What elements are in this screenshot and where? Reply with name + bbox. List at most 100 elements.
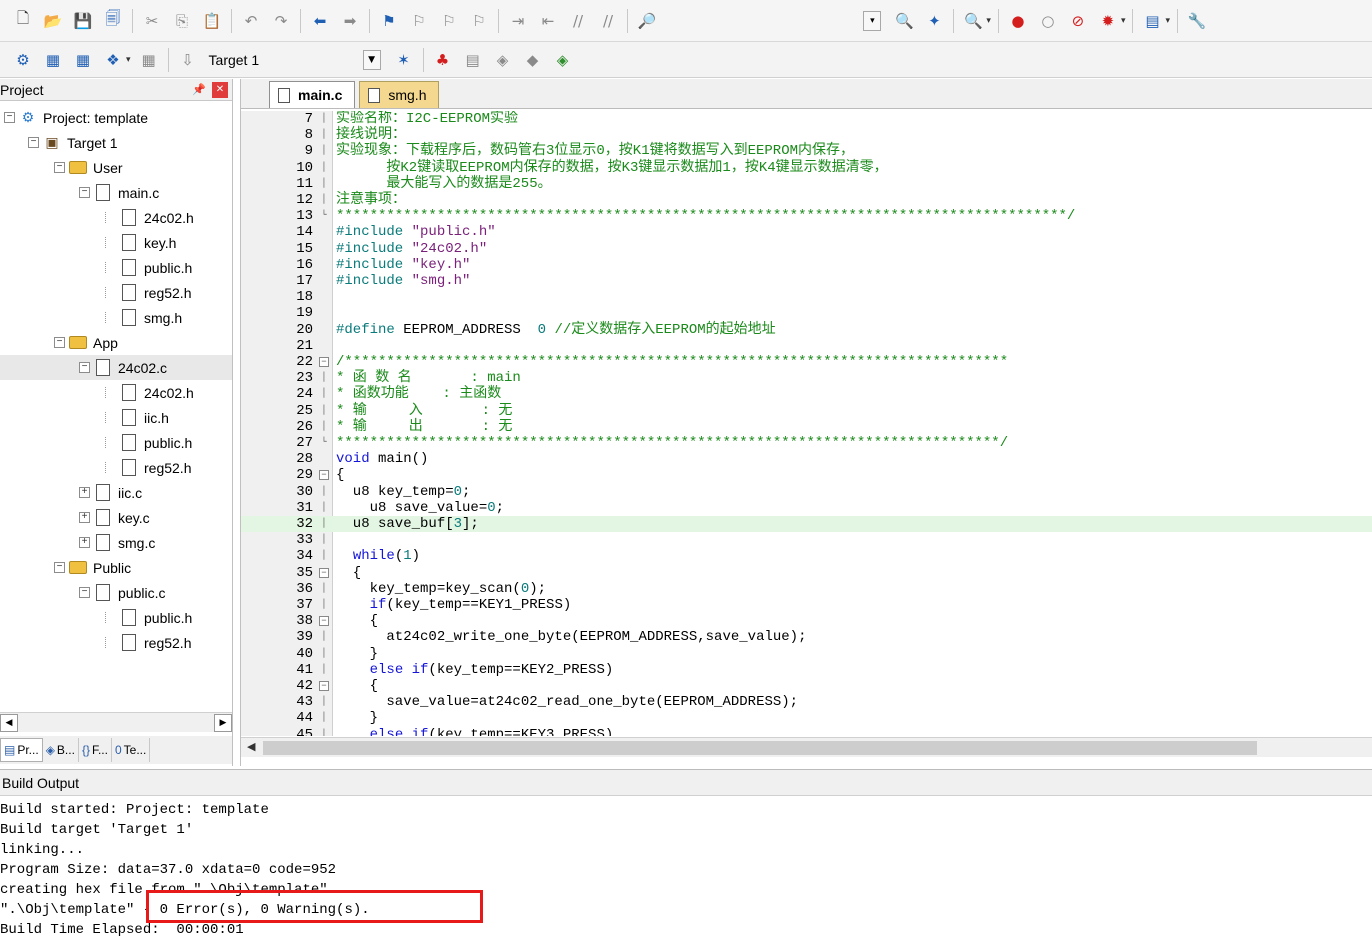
tree-item[interactable]: 24c02.h [0, 205, 232, 230]
collapse-icon[interactable]: − [54, 162, 65, 173]
navigate-forward-icon[interactable]: ➡ [337, 8, 363, 34]
tree-item[interactable]: − App [0, 330, 232, 355]
find-combo-dropdown-icon[interactable]: ▾ [863, 10, 882, 31]
comment-icon[interactable]: // [565, 8, 591, 34]
expand-icon[interactable]: + [79, 537, 90, 548]
navigate-back-icon[interactable]: ⬅ [307, 8, 333, 34]
manage-rte-icon[interactable]: ◈ [490, 47, 516, 73]
tree-item[interactable]: + smg.c [0, 530, 232, 555]
tree-item[interactable]: public.h [0, 430, 232, 455]
pack-installer-icon[interactable]: ◆ [520, 47, 546, 73]
incremental-find-icon[interactable]: ✦ [921, 8, 947, 34]
breakpoint-insert-icon[interactable]: ● [1005, 8, 1031, 34]
manage-project-items-icon[interactable]: ♣ [430, 47, 456, 73]
breakpoint-kill-all-icon[interactable]: ⊘ [1065, 8, 1091, 34]
open-file-icon[interactable]: 📂 [40, 8, 66, 34]
tree-item[interactable]: smg.h [0, 305, 232, 330]
tree-item[interactable]: − 24c02.c [0, 355, 232, 380]
editor-tab[interactable]: smg.h [359, 81, 440, 108]
expand-icon[interactable]: + [79, 512, 90, 523]
scrollbar-thumb[interactable] [263, 741, 1257, 755]
tree-item[interactable]: − main.c [0, 180, 232, 205]
dropdown-arrow-icon[interactable]: ▾ [1165, 16, 1170, 26]
tree-item[interactable]: − Public [0, 555, 232, 580]
scroll-left-icon[interactable]: ◀ [247, 740, 255, 753]
select-packs-icon[interactable]: ▤ [460, 47, 486, 73]
tree-item[interactable]: − ▣ Target 1 [0, 130, 232, 155]
bookmark-prev-icon[interactable]: ⚐ [406, 8, 432, 34]
target-select[interactable]: Target 1 [203, 52, 363, 68]
run-time-environment-icon[interactable]: ◈ [550, 47, 576, 73]
tab-templates[interactable]: 0 Te... [112, 738, 151, 762]
collapse-icon[interactable]: − [79, 362, 90, 373]
collapse-icon[interactable]: − [79, 187, 90, 198]
pin-icon[interactable]: 📌 [192, 83, 206, 96]
collapse-icon[interactable]: − [4, 112, 15, 123]
bookmark-clear-icon[interactable]: ⚐ [466, 8, 492, 34]
translate-icon[interactable]: ⚙ [10, 47, 36, 73]
collapse-icon[interactable]: − [28, 137, 39, 148]
tree-item[interactable]: public.h [0, 255, 232, 280]
collapse-icon[interactable]: − [79, 587, 90, 598]
redo-icon[interactable]: ↷ [268, 8, 294, 34]
save-all-icon[interactable]: 🗐 [100, 8, 126, 34]
target-dropdown-icon[interactable]: ▼ [362, 49, 381, 70]
indent-icon[interactable]: ⇥ [505, 8, 531, 34]
project-panel-hscrollbar[interactable]: ◀ ▶ [0, 712, 232, 732]
stop-build-icon[interactable]: ▦ [136, 47, 162, 73]
dropdown-arrow-icon[interactable]: ▾ [126, 55, 131, 65]
find-icon[interactable]: 🔍 [891, 8, 917, 34]
tab-books[interactable]: ◈ B... [43, 738, 79, 762]
copy-icon[interactable]: ⎘ [169, 8, 195, 34]
fold-collapse-icon[interactable]: − [319, 470, 329, 481]
find-in-files-icon[interactable]: 🔎 [634, 8, 660, 34]
collapse-icon[interactable]: − [54, 337, 65, 348]
batch-build-icon[interactable]: ❖ [100, 47, 126, 73]
unindent-icon[interactable]: ⇤ [535, 8, 561, 34]
scroll-right-icon[interactable]: ▶ [214, 713, 232, 732]
collapse-icon[interactable]: − [54, 562, 65, 573]
bookmark-next-icon[interactable]: ⚐ [436, 8, 462, 34]
fold-collapse-icon[interactable]: − [319, 357, 329, 367]
bookmark-icon[interactable]: ⚑ [376, 8, 402, 34]
tree-item[interactable]: key.h [0, 230, 232, 255]
fold-collapse-icon[interactable]: − [319, 567, 329, 578]
debug-start-icon[interactable]: 🔍 [960, 8, 986, 34]
breakpoint-options-icon[interactable]: ✹ [1095, 8, 1121, 34]
dropdown-arrow-icon[interactable]: ▾ [1121, 16, 1126, 26]
tree-item[interactable]: iic.h [0, 405, 232, 430]
window-layout-icon[interactable]: ▤ [1139, 8, 1165, 34]
tree-item[interactable]: 24c02.h [0, 380, 232, 405]
tree-item[interactable]: − ⚙ Project: template [0, 105, 232, 130]
breakpoint-disable-icon[interactable]: ○ [1035, 8, 1061, 34]
configuration-wrench-icon[interactable]: 🔧 [1184, 8, 1210, 34]
close-panel-icon[interactable]: ✕ [212, 81, 228, 98]
editor-tab[interactable]: main.c [269, 81, 356, 108]
code-area[interactable]: 7 │ 实验名称：I2C-EEPROM实验 8 │ 接线说明： 9 │ 实验现象：下载程序后，数… [241, 111, 1372, 736]
tree-item[interactable]: public.h [0, 605, 232, 630]
target-options-icon[interactable]: ✶ [391, 47, 417, 73]
editor-hscrollbar[interactable]: ◀ [241, 737, 1372, 757]
paste-icon[interactable]: 📋 [199, 8, 225, 34]
save-icon[interactable]: 💾 [70, 8, 96, 34]
dropdown-arrow-icon[interactable]: ▾ [986, 16, 991, 26]
expand-icon[interactable]: + [79, 487, 90, 498]
rebuild-icon[interactable]: ▦ [70, 47, 96, 73]
tree-item[interactable]: + iic.c [0, 480, 232, 505]
uncomment-icon[interactable]: // [595, 8, 621, 34]
build-icon[interactable]: ▦ [40, 47, 66, 73]
undo-icon[interactable]: ↶ [238, 8, 264, 34]
tree-item[interactable]: reg52.h [0, 630, 232, 655]
tab-project[interactable]: ▤ Pr... [0, 738, 43, 762]
scroll-left-icon[interactable]: ◀ [0, 713, 18, 732]
download-icon[interactable]: ⇩ [175, 47, 201, 73]
tree-item[interactable]: reg52.h [0, 455, 232, 480]
tree-item[interactable]: reg52.h [0, 280, 232, 305]
tree-item[interactable]: + key.c [0, 505, 232, 530]
tab-functions[interactable]: {} F... [79, 738, 112, 762]
cut-icon[interactable]: ✂ [139, 8, 165, 34]
tree-item[interactable]: − User [0, 155, 232, 180]
fold-collapse-icon[interactable]: − [319, 681, 329, 691]
fold-collapse-icon[interactable]: − [319, 616, 329, 627]
tree-item[interactable]: − public.c [0, 580, 232, 605]
